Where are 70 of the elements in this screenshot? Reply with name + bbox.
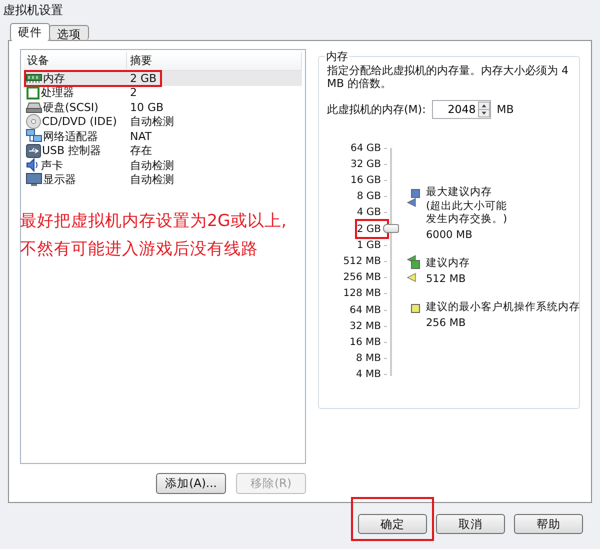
device-name: 处理器: [41, 85, 74, 100]
device-row[interactable]: 声卡 自动检测: [24, 158, 302, 172]
device-summary: 存在: [129, 143, 152, 158]
slider-thumb[interactable]: [383, 224, 399, 233]
scale-label: 128 MB: [343, 286, 387, 302]
scale-label: 4 MB: [356, 366, 387, 384]
device-summary: 自动检测: [129, 172, 174, 188]
device-row[interactable]: USB 控制器 存在: [24, 144, 302, 158]
dialog-button[interactable]: 取消: [436, 514, 505, 534]
device-row[interactable]: 网络适配器 NAT: [24, 129, 302, 144]
window-title: 虚拟机设置: [2, 2, 64, 19]
scale-label: 16 GB: [350, 172, 387, 189]
scale-label: 1 GB: [356, 237, 387, 254]
device-name: 内存: [43, 70, 65, 86]
legend-title: 最大建议内存: [426, 186, 493, 200]
device-summary: 自动检测: [129, 114, 174, 130]
device-name: CD/DVD (IDE): [42, 115, 117, 128]
scale-label: 8 GB: [356, 188, 387, 205]
scale-label: 32 MB: [350, 318, 387, 334]
device-summary: NAT: [129, 130, 152, 143]
tab[interactable]: 选项: [49, 25, 89, 40]
field-label: 此虚拟机的内存(M):: [327, 102, 426, 117]
scale-label: 8 MB: [356, 350, 387, 367]
scale-label: 64 GB: [350, 140, 387, 156]
hard-disk-icon: [26, 101, 42, 114]
device-row[interactable]: 处理器 2: [24, 86, 302, 100]
scale-label: 2 GB: [356, 221, 387, 238]
device-summary: 2: [129, 86, 137, 100]
legend-note: (超出此大小可能发生内存交换。): [426, 200, 508, 226]
scale-label: 512 MB: [343, 253, 387, 270]
speaker-icon: [26, 158, 40, 172]
legend-title: 建议内存: [426, 257, 470, 270]
monitor-icon: [26, 172, 42, 187]
usb-icon: [26, 144, 41, 158]
device-summary: 10 GB: [129, 100, 164, 114]
device-summary: 2 GB: [129, 72, 157, 85]
column-header[interactable]: 摘要: [127, 52, 302, 70]
disc-icon: [26, 114, 41, 130]
column-header[interactable]: 设备: [24, 52, 127, 70]
annotation-text: 最好把虚拟机内存设置为2G或以上,: [20, 210, 287, 232]
device-button[interactable]: 添加(A)...: [156, 473, 226, 494]
unit-label: MB: [496, 103, 514, 116]
group-title: 内存: [325, 49, 349, 64]
device-name: USB 控制器: [42, 143, 102, 158]
legend-value: 6000 MB: [426, 228, 474, 242]
legend-title: 建议的最小客户机操作系统内存: [426, 301, 580, 314]
legend-value: 256 MB: [426, 316, 467, 330]
device-row[interactable]: CD/DVD (IDE) 自动检测: [24, 114, 302, 129]
device-summary: 自动检测: [129, 158, 174, 173]
scale-label: 64 MB: [350, 302, 387, 318]
description-text: 指定分配给此虚拟机的内存量。内存大小必须为 4 MB 的倍数。: [327, 64, 570, 90]
device-name: 网络适配器: [43, 128, 98, 144]
device-row[interactable]: 硬盘(SCSI) 10 GB: [24, 100, 302, 114]
dialog-button[interactable]: 帮助: [514, 514, 583, 534]
device-name: 声卡: [41, 158, 63, 173]
device-row[interactable]: 显示器 自动检测: [24, 172, 302, 187]
annotation-text: 不然有可能进入游戏后没有线路: [20, 238, 258, 260]
memory-chip-icon: [26, 72, 42, 84]
network-computers-icon: [26, 129, 42, 144]
device-name: 硬盘(SCSI): [43, 100, 98, 115]
tab[interactable]: 硬件: [10, 23, 50, 41]
scale-label: 4 GB: [356, 204, 387, 222]
scale-label: 16 MB: [350, 334, 387, 351]
scale-label: 32 GB: [350, 156, 387, 172]
processor-icon: [26, 86, 40, 100]
device-name: 显示器: [43, 172, 76, 188]
legend-value: 512 MB: [426, 272, 467, 286]
dialog-button[interactable]: 确定: [358, 514, 427, 534]
scale-label: 256 MB: [343, 270, 387, 286]
device-row[interactable]: 内存 2 GB: [24, 71, 302, 86]
